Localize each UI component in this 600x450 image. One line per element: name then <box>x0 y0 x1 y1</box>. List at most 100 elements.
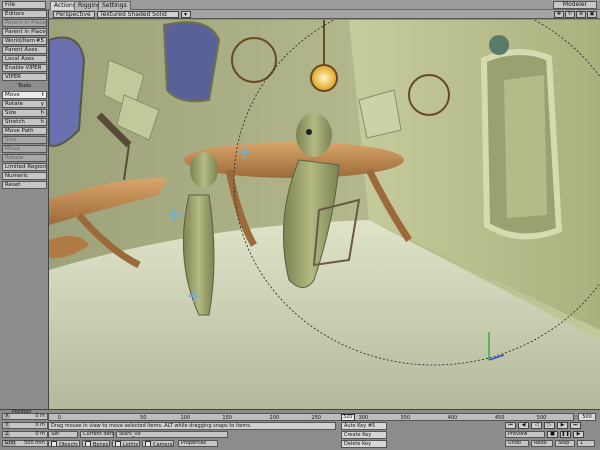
limited-region-button[interactable]: Limited Region <box>2 163 47 171</box>
z-axis-label: Z <box>4 431 10 437</box>
grid-size-field[interactable]: Grid 500 mm <box>2 440 48 447</box>
rotate-tool-button[interactable]: Rotate y <box>2 100 47 108</box>
z-value: 0 m <box>35 431 45 437</box>
parent-axes-button[interactable]: Parent Axes <box>2 46 47 54</box>
play-icon[interactable]: ▷ <box>544 422 555 429</box>
y-axis-label: Y <box>4 422 10 428</box>
wall-dot <box>489 35 509 55</box>
move-tool-shortcut: t <box>41 92 44 98</box>
position-x-field[interactable]: X 0 m <box>2 413 48 420</box>
preview-select[interactable]: Preview <box>505 431 545 438</box>
auto-key-label: Auto Key <box>344 423 367 429</box>
stretch-tool-label: Stretch <box>5 119 25 125</box>
stretch-tool-button[interactable]: Stretch h <box>2 118 47 126</box>
step-field[interactable]: 1 <box>577 440 595 447</box>
top-menu-bar: File Actions Rigging Settings Modeler <box>0 0 600 10</box>
world-item-button[interactable]: World/Item #5 <box>2 37 47 45</box>
create-key-button[interactable]: Create Key <box>341 431 387 439</box>
properties-button[interactable]: Properties <box>178 440 218 447</box>
tab-settings[interactable]: Settings <box>98 1 131 10</box>
stretch-tool-shortcut: h <box>40 119 45 125</box>
view-type-select[interactable]: Perspective <box>53 11 95 18</box>
world-item-label: World/Item <box>5 38 36 44</box>
auto-key-shortcut: #5 <box>367 423 376 429</box>
grid-label: Grid <box>4 440 16 446</box>
timeline-slider[interactable]: 0 50 100 150 200 250 300 350 400 450 500… <box>48 413 574 421</box>
viper-button[interactable]: VIPER <box>2 73 47 81</box>
x-value: 0 m <box>35 413 45 419</box>
timeline-tick: 150 <box>222 415 232 421</box>
hanging-lamp <box>310 64 338 92</box>
position-y-field[interactable]: Y 0 m <box>2 422 48 429</box>
delete-key-button[interactable]: Delete Key <box>341 440 387 448</box>
timeline-tick: 250 <box>311 415 322 421</box>
character-2-head <box>296 113 332 157</box>
cameras-checkbox[interactable]: Cameras <box>142 440 174 447</box>
set-button[interactable]: Set <box>48 431 78 438</box>
maximize-view-icon[interactable]: ▣ <box>587 11 597 18</box>
position-z-field[interactable]: Z 0 m <box>2 431 48 438</box>
scene-render <box>49 20 600 409</box>
timeline-tick: 400 <box>447 415 458 421</box>
move-disabled-button[interactable]: Move <box>2 145 47 153</box>
parent-in-place-disabled-button[interactable]: Parent in Place <box>2 19 47 27</box>
rotate-view-icon[interactable]: ↻ <box>565 11 575 18</box>
upper-window <box>162 21 221 103</box>
tool-sidebar: Editors Parent in Place Parent in Place … <box>0 10 49 410</box>
play-reverse-icon[interactable]: ◁ <box>531 422 542 429</box>
bones-checkbox[interactable]: Bones <box>82 440 110 447</box>
record-icon[interactable]: ▶ <box>573 431 584 438</box>
current-frame-marker[interactable]: 320 <box>340 414 355 421</box>
timeline-tick: 0 <box>57 415 62 421</box>
y-value: 0 m <box>35 422 45 428</box>
parent-in-place-button[interactable]: Parent in Place <box>2 28 47 36</box>
size-tool-label: Size <box>5 110 17 116</box>
move-path-tool-button[interactable]: Move Path <box>2 127 47 135</box>
auto-key-button[interactable]: Auto Key #5 <box>341 422 387 430</box>
move-view-icon[interactable]: ✥ <box>554 11 564 18</box>
move-tool-button[interactable]: Move t <box>2 91 47 99</box>
step-label: Step <box>555 440 575 447</box>
timeline-tick: 50 <box>140 415 147 421</box>
character-2-eye <box>306 129 312 135</box>
lights-checkbox[interactable]: Lights <box>112 440 140 447</box>
next-frame-icon[interactable]: ▶ <box>557 422 568 429</box>
viewport-options-icon[interactable]: ▾ <box>181 11 191 18</box>
stop-icon[interactable]: ■ <box>547 431 558 438</box>
file-menu-button[interactable]: File <box>2 1 46 9</box>
undo-button[interactable]: Undo <box>505 440 529 447</box>
doorway-interior <box>504 75 547 218</box>
enable-viper-button[interactable]: Enable VIPER <box>2 64 47 72</box>
character-1-head <box>190 152 218 188</box>
timeline-tick: 200 <box>269 415 280 421</box>
timeline-tick: 300 <box>358 415 369 421</box>
end-frame-field[interactable]: 500 <box>578 413 596 421</box>
go-to-end-icon[interactable]: ⏭ <box>570 422 581 429</box>
world-item-shortcut: #5 <box>35 38 44 44</box>
editors-menu-button[interactable]: Editors <box>2 10 47 18</box>
previous-frame-icon[interactable]: ◀ <box>518 422 529 429</box>
timeline-tick: 100 <box>180 415 191 421</box>
modeler-button[interactable]: Modeler <box>553 1 597 9</box>
status-message: Drag mouse in view to move selected item… <box>48 422 336 430</box>
left-window <box>49 36 86 147</box>
perspective-viewport[interactable] <box>49 20 600 409</box>
move-tool-label: Move <box>5 92 20 98</box>
grid-value: 500 mm <box>24 440 45 446</box>
size-disabled-button[interactable]: Size <box>2 136 47 144</box>
current-item-label: Current Item <box>80 431 114 438</box>
reset-button[interactable]: Reset <box>2 181 47 189</box>
pause-icon[interactable]: ❚❚ <box>560 431 571 438</box>
zoom-view-icon[interactable]: ⊕ <box>576 11 586 18</box>
shading-mode-select[interactable]: Textured Shaded Solid <box>97 11 179 18</box>
redo-button[interactable]: Redo <box>531 440 553 447</box>
local-axes-button[interactable]: Local Axes <box>2 55 47 63</box>
objects-checkbox[interactable]: Objects <box>48 440 80 447</box>
size-tool-button[interactable]: Size h <box>2 109 47 117</box>
go-to-start-icon[interactable]: ⏮ <box>505 422 516 429</box>
timeline-tick: 450 <box>494 415 505 421</box>
current-item-select[interactable]: Stars_09 <box>116 431 228 438</box>
rotate-disabled-button[interactable]: Rotate <box>2 154 47 162</box>
numeric-button[interactable]: Numeric <box>2 172 47 180</box>
size-tool-shortcut: h <box>40 110 45 116</box>
